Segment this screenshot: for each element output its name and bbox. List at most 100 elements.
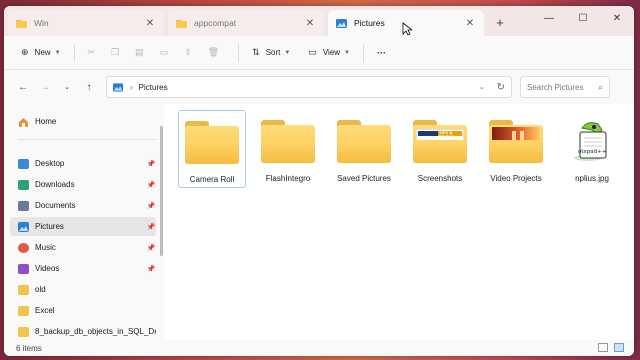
- file-item-nplius-jpg[interactable]: otepad++ nplius.jpg: [558, 110, 626, 188]
- folder-icon: [16, 19, 27, 28]
- trash-icon: 🗑: [207, 47, 220, 57]
- close-icon[interactable]: ✕: [464, 18, 476, 29]
- up-button[interactable]: ↑: [78, 76, 100, 98]
- rename-button[interactable]: ▭: [155, 42, 180, 64]
- delete-button[interactable]: 🗑: [203, 42, 230, 64]
- sort-label: Sort: [265, 48, 281, 57]
- rename-icon: ▭: [159, 47, 169, 57]
- file-name: Camera Roll: [189, 175, 235, 184]
- file-item-camera-roll[interactable]: Camera Roll: [178, 110, 246, 188]
- close-window-button[interactable]: ✕: [600, 6, 634, 30]
- file-name: Video Projects: [490, 174, 542, 183]
- navigation-pane: Home Desktop 📌 Downloads 📌 Documents 📌 P…: [4, 104, 164, 340]
- file-item-video-projects[interactable]: Video Projects: [482, 110, 550, 188]
- pin-icon[interactable]: 📌: [146, 244, 156, 252]
- thumbnail-text: TIPS & TRICKS: [439, 131, 454, 139]
- sidebar-item-pictures[interactable]: Pictures 📌: [10, 217, 156, 236]
- sidebar-item-documents[interactable]: Documents 📌: [10, 196, 156, 215]
- new-button[interactable]: ⊕ New ▼: [16, 42, 66, 64]
- pin-icon[interactable]: 📌: [146, 223, 156, 231]
- sidebar-item-videos[interactable]: Videos 📌: [10, 259, 156, 278]
- sidebar-item-home[interactable]: Home: [10, 112, 156, 131]
- file-name: nplius.jpg: [575, 174, 609, 183]
- divider: [18, 139, 156, 140]
- search-input[interactable]: Search Pictures ⌕: [520, 76, 610, 98]
- refresh-icon[interactable]: ↻: [497, 82, 505, 93]
- paste-icon: ▤: [135, 47, 144, 57]
- back-button[interactable]: ←: [12, 76, 34, 98]
- plus-circle-icon: ⊕: [21, 47, 29, 57]
- pictures-icon: [113, 82, 123, 92]
- chevron-down-icon: ▼: [284, 49, 291, 56]
- forward-button[interactable]: →: [34, 76, 56, 98]
- scissors-icon: ✂: [87, 47, 96, 57]
- file-item-screenshots[interactable]: TIPS & TRICKS Screenshots: [406, 110, 474, 188]
- sidebar-item-music[interactable]: Music 📌: [10, 238, 156, 257]
- sidebar-item-desktop[interactable]: Desktop 📌: [10, 154, 156, 173]
- share-icon: ⇪: [184, 47, 192, 57]
- breadcrumb[interactable]: Pictures: [139, 83, 479, 92]
- pin-icon[interactable]: 📌: [146, 160, 156, 168]
- folder-with-image-icon: [487, 118, 545, 164]
- sort-icon: ⇅: [252, 47, 260, 57]
- chevron-down-icon: ▼: [54, 49, 61, 56]
- tab-appcompat[interactable]: appcompat ✕: [168, 10, 324, 36]
- tab-win[interactable]: Win ✕: [8, 10, 164, 36]
- file-item-flashintegro[interactable]: FlashIntegro: [254, 110, 322, 188]
- close-icon[interactable]: ✕: [144, 18, 156, 29]
- chevron-down-icon[interactable]: ⌄: [479, 83, 485, 91]
- file-name: Saved Pictures: [337, 174, 391, 183]
- file-item-saved-pictures[interactable]: Saved Pictures: [330, 110, 398, 188]
- tab-title: Win: [34, 18, 49, 28]
- pin-icon[interactable]: 📌: [146, 181, 156, 189]
- pictures-icon: [18, 221, 29, 232]
- search-icon: ⌕: [597, 81, 603, 92]
- search-placeholder: Search Pictures: [527, 82, 584, 92]
- divider: [363, 43, 364, 62]
- thumbnail-text: otepad++: [578, 149, 607, 155]
- cut-button[interactable]: ✂: [83, 42, 107, 64]
- folder-icon: [18, 305, 29, 316]
- view-button[interactable]: ▭ View ▼: [303, 42, 355, 64]
- sidebar-item-excel[interactable]: Excel: [10, 301, 156, 320]
- pin-icon[interactable]: 📌: [146, 265, 156, 273]
- folder-icon: [18, 284, 29, 295]
- more-options-button[interactable]: ···: [372, 42, 391, 64]
- tab-bar: Win ✕ appcompat ✕ Pictures ✕ + — ☐ ✕: [4, 6, 634, 36]
- paste-button[interactable]: ▤: [130, 42, 155, 64]
- chevron-right-icon: ›: [130, 82, 133, 92]
- share-button[interactable]: ⇪: [179, 42, 203, 64]
- sidebar-item-old[interactable]: old: [10, 280, 156, 299]
- file-list: Camera Roll FlashIntegro Saved Pictures …: [168, 104, 634, 340]
- pin-icon[interactable]: 📌: [146, 202, 156, 210]
- new-label: New: [34, 48, 51, 57]
- sort-button[interactable]: ⇅ Sort ▼: [247, 42, 295, 64]
- image-thumbnail: otepad++: [563, 118, 621, 164]
- tiles-view-icon[interactable]: [614, 343, 624, 352]
- details-view-icon[interactable]: [598, 343, 608, 352]
- sidebar-scrollbar[interactable]: [160, 126, 163, 256]
- new-tab-button[interactable]: +: [488, 10, 512, 34]
- window-controls: — ☐ ✕: [532, 6, 634, 30]
- maximize-button[interactable]: ☐: [566, 6, 600, 30]
- videos-icon: [18, 263, 29, 274]
- copy-button[interactable]: ❐: [106, 42, 130, 64]
- divider: [238, 43, 240, 62]
- documents-icon: [18, 200, 29, 211]
- recent-locations-button[interactable]: ⌄: [56, 76, 78, 98]
- folder-icon: [176, 19, 187, 28]
- minimize-button[interactable]: —: [532, 6, 566, 30]
- folder-icon: [259, 118, 317, 164]
- navigation-bar: ← → ⌄ ↑ › Pictures ⌄ ↻ Search Pictures ⌕: [4, 70, 634, 104]
- folder-icon: [183, 119, 241, 165]
- sidebar-item-downloads[interactable]: Downloads 📌: [10, 175, 156, 194]
- file-name: FlashIntegro: [265, 174, 311, 183]
- more-icon: ···: [377, 47, 386, 58]
- desktop-icon: [18, 158, 29, 169]
- view-toggle: [598, 343, 624, 352]
- close-icon[interactable]: ✕: [304, 18, 316, 29]
- address-bar[interactable]: › Pictures ⌄ ↻: [106, 76, 512, 98]
- view-icon: ▭: [308, 47, 317, 57]
- sidebar-item-backup-folder[interactable]: 8_backup_db_objects_in_SQL_De: [10, 322, 156, 341]
- copy-icon: ❐: [111, 47, 120, 57]
